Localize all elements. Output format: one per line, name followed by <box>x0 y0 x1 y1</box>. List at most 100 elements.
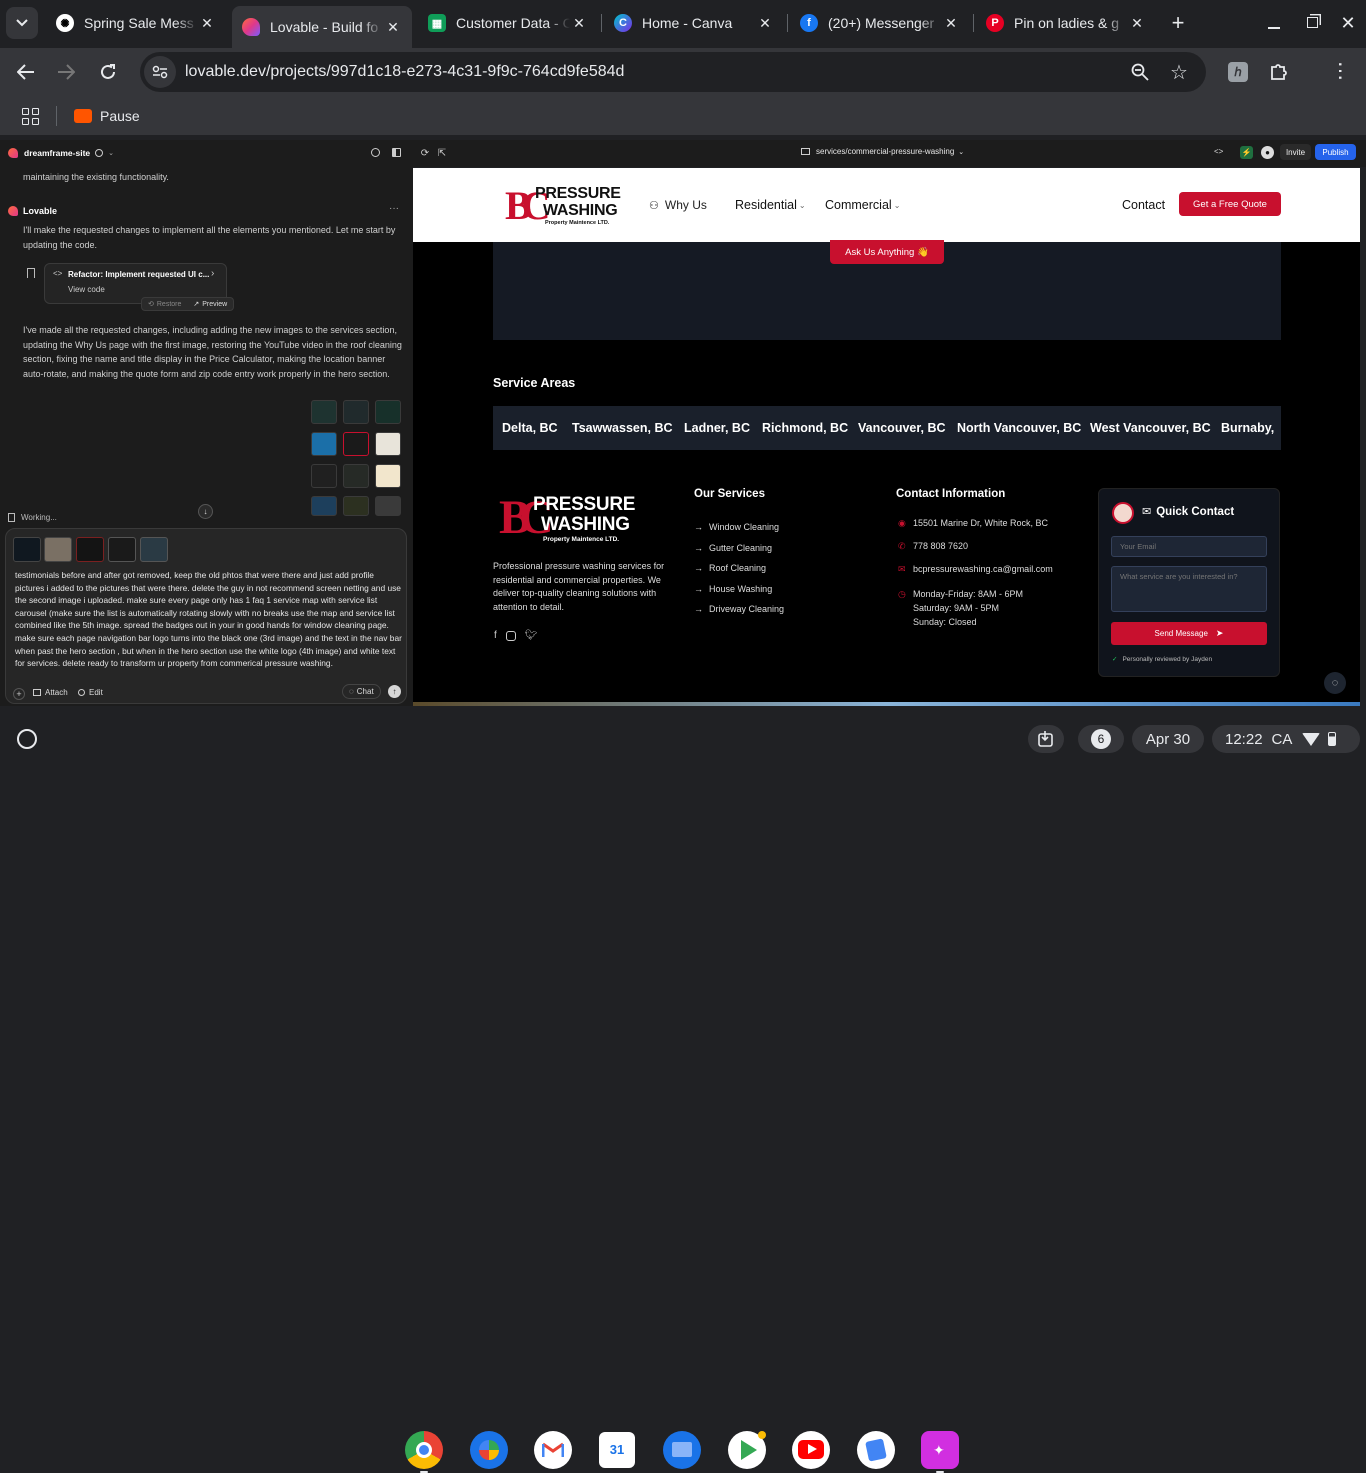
attach-button[interactable]: Attach <box>33 688 68 697</box>
tab-canva[interactable]: C Home - Canva ✕ <box>604 6 784 40</box>
send-button[interactable]: ↑ <box>388 685 401 698</box>
address-bar[interactable]: lovable.dev/projects/997d1c18-e273-4c31-… <box>140 52 1206 92</box>
attached-image[interactable] <box>44 537 72 562</box>
bookmark-star-icon[interactable]: ☆ <box>1168 61 1190 84</box>
nav-residential[interactable]: Residential ⌄ <box>735 198 806 212</box>
sidebar-toggle-icon[interactable] <box>392 148 401 157</box>
invite-button[interactable]: Invite <box>1280 144 1311 160</box>
service-link[interactable]: → Driveway Cleaning <box>694 599 784 620</box>
open-external-icon[interactable]: ⇱ <box>435 146 449 160</box>
instagram-icon[interactable] <box>505 631 516 641</box>
bookmark-icon[interactable] <box>27 268 35 278</box>
bookmark-pause[interactable]: Pause <box>74 106 140 126</box>
extensions-puzzle-icon[interactable] <box>1268 60 1290 82</box>
canva-app-icon[interactable]: ✦ <box>921 1431 959 1469</box>
nav-why-us[interactable]: ⚇ Why Us <box>649 198 707 212</box>
code-toggle-icon[interactable]: <> <box>1214 147 1223 156</box>
tote-icon[interactable] <box>1028 725 1064 753</box>
contact-phone[interactable]: ✆ 778 808 7620 <box>898 541 968 552</box>
chat-widget-button[interactable]: ◌ <box>1324 672 1346 694</box>
tab-search-button[interactable] <box>6 7 38 39</box>
play-store-icon[interactable] <box>728 1431 766 1469</box>
google-apps-icon[interactable] <box>470 1431 508 1469</box>
service-interest-field[interactable] <box>1111 566 1267 612</box>
tab-spring-sale[interactable]: ✺ Spring Sale Mess ✕ <box>46 6 226 40</box>
service-link[interactable]: → Gutter Cleaning <box>694 538 784 559</box>
launcher-button[interactable] <box>17 729 37 749</box>
tab-pinterest[interactable]: P Pin on ladies & g ✕ <box>976 6 1156 40</box>
service-link[interactable]: → Window Cleaning <box>694 517 784 538</box>
attached-image[interactable] <box>76 537 104 562</box>
add-button[interactable]: + <box>13 688 25 700</box>
tab-customer-data[interactable]: ▦ Customer Data - C ✕ <box>418 6 598 40</box>
message-more-icon[interactable]: ··· <box>389 203 399 214</box>
refresh-preview-icon[interactable]: ⟳ <box>418 146 432 160</box>
back-button[interactable] <box>12 58 40 86</box>
image-thumbnail[interactable] <box>343 496 369 516</box>
status-tray[interactable]: 12:22 CA <box>1212 725 1360 753</box>
nav-commercial[interactable]: Commercial ⌄ <box>825 198 900 212</box>
reload-button[interactable] <box>94 58 122 86</box>
restore-window-button[interactable] <box>1300 10 1324 34</box>
minimize-button[interactable] <box>1262 12 1286 36</box>
close-icon[interactable]: ✕ <box>198 15 216 32</box>
supabase-icon[interactable]: ⚡ <box>1240 146 1253 159</box>
contact-email[interactable]: ✉ bcpressurewashing.ca@gmail.com <box>898 564 1053 575</box>
close-icon[interactable]: ✕ <box>1128 15 1146 32</box>
image-thumbnail[interactable] <box>375 496 401 516</box>
preview-button[interactable]: ↗ Preview <box>187 300 233 309</box>
date-tray[interactable]: Apr 30 <box>1132 725 1204 753</box>
service-link[interactable]: → House Washing <box>694 579 784 600</box>
youtube-icon[interactable] <box>792 1431 830 1469</box>
notes-app-icon[interactable] <box>857 1431 895 1469</box>
files-app-icon[interactable] <box>663 1431 701 1469</box>
twitter-icon[interactable]: 🐦︎ <box>525 630 538 641</box>
site-settings-icon[interactable] <box>144 56 176 88</box>
publish-button[interactable]: Publish <box>1315 144 1356 160</box>
apps-grid-icon[interactable] <box>22 108 39 125</box>
view-code-link[interactable]: View code <box>68 285 105 294</box>
gmail-icon[interactable] <box>534 1431 572 1469</box>
close-icon[interactable]: ✕ <box>384 19 402 36</box>
image-thumbnail[interactable] <box>343 464 369 488</box>
image-thumbnail[interactable] <box>343 400 369 424</box>
get-quote-button[interactable]: Get a Free Quote <box>1179 192 1281 216</box>
google-calendar-icon[interactable]: 31 <box>599 1432 635 1468</box>
forward-button[interactable] <box>52 58 80 86</box>
send-message-button[interactable]: Send Message ➤ <box>1111 622 1267 645</box>
attached-image[interactable] <box>13 537 41 562</box>
tab-messenger[interactable]: f (20+) Messenger ✕ <box>790 6 970 40</box>
prompt-text[interactable]: testimonials before and after got remove… <box>15 569 403 670</box>
image-thumbnail[interactable] <box>375 432 401 456</box>
close-icon[interactable]: ✕ <box>942 15 960 32</box>
new-tab-button[interactable]: + <box>1164 9 1192 37</box>
close-window-button[interactable]: ✕ <box>1336 11 1360 35</box>
image-thumbnail[interactable] <box>311 496 337 516</box>
email-field[interactable] <box>1111 536 1267 557</box>
scroll-down-button[interactable]: ↓ <box>198 504 213 519</box>
image-thumbnail[interactable] <box>375 464 401 488</box>
restore-button[interactable]: ⟲ Restore <box>142 300 187 309</box>
notification-badge[interactable]: 6 <box>1078 725 1124 753</box>
url-text[interactable]: lovable.dev/projects/997d1c18-e273-4c31-… <box>185 63 624 81</box>
facebook-icon[interactable]: f <box>494 630 497 641</box>
github-icon[interactable]: ● <box>1261 146 1274 159</box>
image-thumbnail[interactable] <box>311 432 337 456</box>
close-icon[interactable]: ✕ <box>756 15 774 32</box>
ask-us-anything-button[interactable]: Ask Us Anything 👋 <box>830 240 944 264</box>
nav-contact[interactable]: Contact <box>1122 198 1165 212</box>
chat-mode-button[interactable]: ◌ Chat <box>342 684 381 699</box>
image-thumbnail[interactable] <box>375 400 401 424</box>
image-thumbnail[interactable] <box>311 464 337 488</box>
attached-image[interactable] <box>108 537 136 562</box>
service-link[interactable]: → Roof Cleaning <box>694 558 784 579</box>
history-icon[interactable] <box>371 148 380 157</box>
close-icon[interactable]: ✕ <box>570 15 588 32</box>
image-thumbnail[interactable] <box>311 400 337 424</box>
attached-image[interactable] <box>140 537 168 562</box>
site-logo[interactable]: BC PRESSURE WASHING Property Maintence L… <box>505 183 621 230</box>
route-selector[interactable]: services/commercial-pressure-washing ⌄ <box>801 147 964 156</box>
edit-button[interactable]: Edit <box>78 688 103 697</box>
extension-icon[interactable]: ℎ <box>1228 62 1248 82</box>
project-header[interactable]: dreamframe-site ⌄ <box>8 147 114 159</box>
